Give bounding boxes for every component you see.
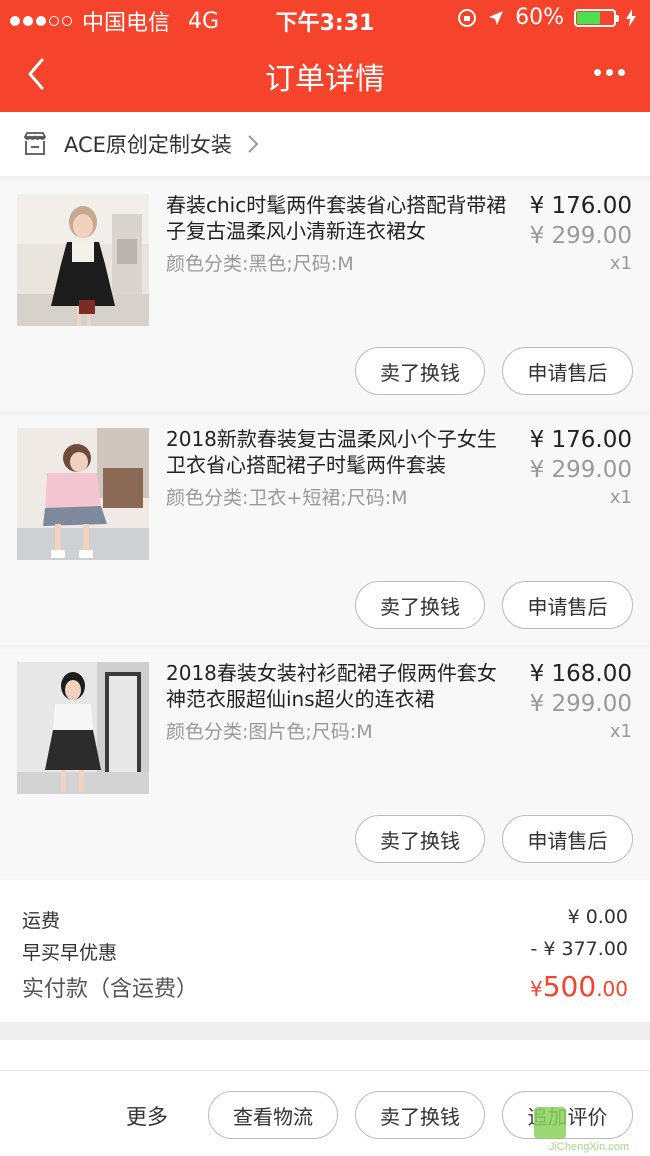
product-image[interactable] — [17, 662, 149, 794]
page-title: 订单详情 — [265, 62, 385, 97]
product-image[interactable] — [17, 428, 149, 560]
product-name[interactable]: 2018新款春装复古温柔风小个子女生卫衣省心搭配裙子时髦两件套装 — [166, 426, 516, 478]
product-price: ¥ 176.00 — [529, 193, 632, 219]
discount-label: 早买早优惠 — [22, 942, 118, 964]
after-sale-button[interactable]: 申请售后 — [502, 815, 633, 863]
more-menu-icon[interactable] — [594, 58, 630, 86]
paid-label: 实付款（含运费） — [22, 977, 199, 1002]
after-sale-button[interactable]: 申请售后 — [502, 581, 633, 629]
shop-row[interactable]: ACE原创定制女装 — [0, 112, 650, 176]
shipping-label: 运费 — [22, 910, 61, 932]
status-bar: 中国电信 4G 下午3:31 60% — [0, 0, 650, 36]
product-name[interactable]: 2018春装女装衬衫配裙子假两件套女神范衣服超仙ins超火的连衣裙 — [166, 660, 516, 712]
product-sku: 颜色分类:图片色;尺码:M — [166, 721, 373, 743]
product-original-price: ¥ 299.00 — [529, 691, 632, 717]
more-actions-link[interactable]: 更多 — [126, 1101, 168, 1131]
product-sku: 颜色分类:卫衣+短裙;尺码:M — [166, 487, 408, 509]
discount-value: - ¥ 377.00 — [530, 938, 628, 960]
sell-for-cash-button[interactable]: 卖了换钱 — [355, 1091, 485, 1139]
product-price: ¥ 168.00 — [529, 661, 632, 687]
product-original-price: ¥ 299.00 — [529, 223, 632, 249]
paid-amount: ¥500.00 — [530, 970, 628, 1003]
paid-currency: ¥ — [530, 977, 543, 1001]
paid-row: 实付款（含运费） ¥500.00 — [22, 970, 628, 1003]
product-sku: 颜色分类:黑色;尺码:M — [166, 253, 354, 275]
order-summary: 运费 ¥ 0.00 早买早优惠 - ¥ 377.00 实付款（含运费） ¥500… — [0, 880, 650, 1022]
view-logistics-button[interactable]: 查看物流 — [208, 1091, 338, 1139]
store-icon — [24, 132, 46, 155]
order-item: 2018春装女装衬衫配裙子假两件套女神范衣服超仙ins超火的连衣裙 颜色分类:图… — [0, 649, 650, 879]
shop-name: ACE原创定制女装 — [64, 133, 232, 157]
shipping-row: 运费 ¥ 0.00 — [22, 906, 628, 933]
status-right: 60% — [457, 5, 636, 30]
battery-percent: 60% — [515, 5, 564, 30]
nav-bar: 订单详情 — [0, 36, 650, 112]
watermark-text: JiChengXin.com — [548, 1141, 630, 1153]
order-item: 春装chic时髦两件套装省心搭配背带裙子复古温柔风小清新连衣裙女 颜色分类:黑色… — [0, 181, 650, 411]
charging-bolt-icon — [626, 8, 636, 27]
product-image[interactable] — [17, 194, 149, 326]
sell-for-cash-button[interactable]: 卖了换钱 — [355, 581, 485, 629]
product-name[interactable]: 春装chic时髦两件套装省心搭配背带裙子复古温柔风小清新连衣裙女 — [166, 192, 516, 244]
next-section-peek — [0, 1040, 650, 1070]
product-quantity: x1 — [609, 253, 632, 274]
paid-decimal: .00 — [596, 977, 628, 1001]
product-original-price: ¥ 299.00 — [529, 457, 632, 483]
watermark-mark-icon — [534, 1107, 566, 1139]
location-arrow-icon — [489, 10, 504, 25]
order-item: 2018新款春装复古温柔风小个子女生卫衣省心搭配裙子时髦两件套装 颜色分类:卫衣… — [0, 415, 650, 645]
orientation-lock-icon — [458, 8, 477, 27]
product-quantity: x1 — [609, 487, 632, 508]
sell-for-cash-button[interactable]: 卖了换钱 — [355, 815, 485, 863]
shipping-value: ¥ 0.00 — [567, 906, 628, 928]
watermark-logo: JiChengXin.com — [530, 1105, 648, 1155]
paid-integer: 500 — [542, 970, 597, 1003]
discount-row: 早买早优惠 - ¥ 377.00 — [22, 938, 628, 965]
section-divider — [0, 1022, 650, 1040]
chevron-right-icon — [248, 135, 259, 153]
product-price: ¥ 176.00 — [529, 427, 632, 453]
battery-icon — [574, 8, 619, 27]
after-sale-button[interactable]: 申请售后 — [502, 347, 633, 395]
sell-for-cash-button[interactable]: 卖了换钱 — [355, 347, 485, 395]
product-quantity: x1 — [609, 721, 632, 742]
